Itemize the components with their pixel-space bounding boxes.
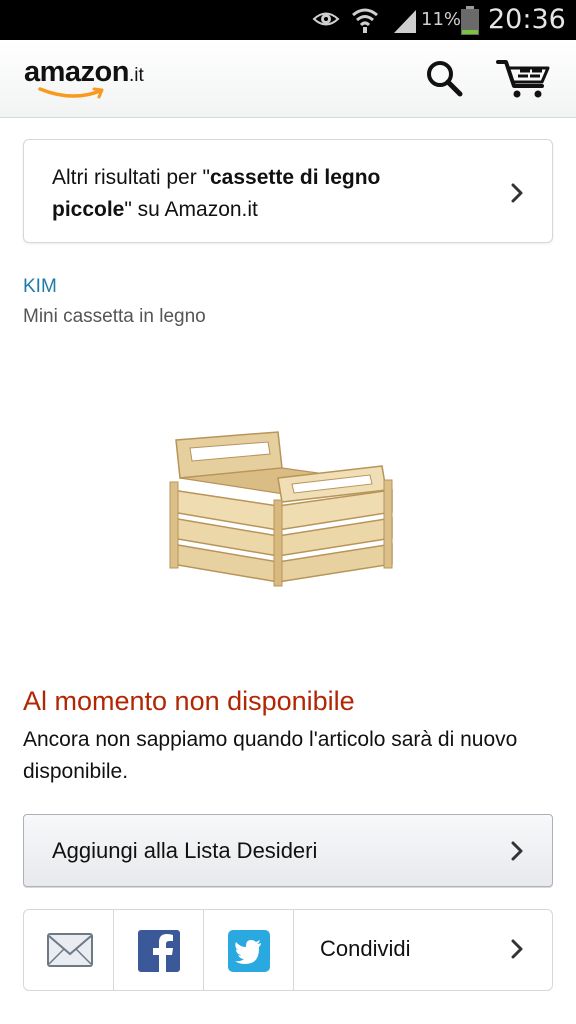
wishlist-label: Aggiungi alla Lista Desideri <box>52 838 318 863</box>
cart-icon <box>496 60 550 98</box>
logo-tld: .it <box>128 65 144 86</box>
logo-word: amazon <box>24 56 129 88</box>
search-button[interactable] <box>424 58 466 100</box>
more-results-text: Altri risultati per "cassette di legno pi… <box>52 162 482 226</box>
search-icon <box>427 61 463 97</box>
signal-icon <box>394 10 416 33</box>
wifi-icon <box>352 8 378 33</box>
more-results-link[interactable]: Altri risultati per "cassette di legno pi… <box>23 139 553 243</box>
product-title: Mini cassetta in legno <box>23 306 206 327</box>
share-label[interactable]: Condividi <box>320 936 411 962</box>
status-bar: 11% 20:36 <box>0 0 576 40</box>
amazon-logo[interactable]: amazon.it <box>24 56 144 104</box>
search-query-part1: cassette di legno <box>210 166 381 189</box>
twitter-icon <box>228 930 270 972</box>
wooden-crate-image[interactable] <box>160 420 400 590</box>
brand-link[interactable]: KIM <box>23 276 57 298</box>
email-icon <box>47 933 93 967</box>
availability-status: Al momento non disponibile <box>23 686 355 716</box>
more-results-suffix: " su Amazon.it <box>124 198 258 221</box>
chevron-right-icon <box>511 183 523 203</box>
battery-icon <box>461 6 479 35</box>
eye-icon <box>312 12 340 26</box>
app-header: amazon.it <box>0 40 576 118</box>
more-results-prefix: Altri risultati per " <box>52 166 210 189</box>
share-twitter-button[interactable] <box>204 910 294 990</box>
add-to-wishlist-button[interactable]: Aggiungi alla Lista Desideri <box>23 814 553 887</box>
logo-smile-icon <box>38 87 104 99</box>
chevron-right-icon <box>511 939 523 959</box>
clock: 20:36 <box>488 4 566 35</box>
chevron-right-icon <box>511 841 523 861</box>
share-bar: Condividi <box>23 909 553 991</box>
cart-button[interactable] <box>496 54 554 102</box>
search-query-part2: piccole <box>52 198 125 221</box>
facebook-icon <box>138 930 180 972</box>
battery-percent: 11% <box>421 9 462 30</box>
share-email-button[interactable] <box>24 910 114 990</box>
share-facebook-button[interactable] <box>114 910 204 990</box>
availability-note: Ancora non sappiamo quando l'articolo sa… <box>23 728 518 783</box>
